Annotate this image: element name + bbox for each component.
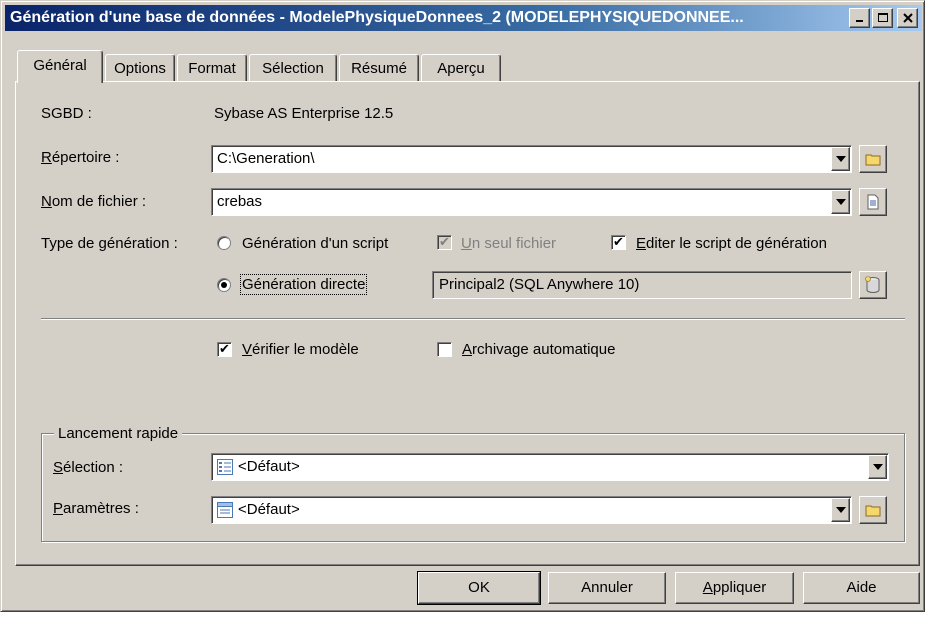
tab-label: Format (188, 60, 236, 77)
tab-selection[interactable]: Sélection (249, 54, 337, 82)
selection-value: <Défaut> (238, 458, 300, 475)
appliquer-button[interactable]: Appliquer (675, 572, 794, 604)
tab-format[interactable]: Format (177, 54, 247, 82)
ok-button[interactable]: OK (417, 571, 541, 605)
sgbd-label: SGBD : (41, 105, 92, 122)
radio-generation-directe[interactable] (217, 278, 231, 292)
checkmark: ✔ (219, 341, 230, 356)
annuler-button[interactable]: Annuler (548, 572, 666, 604)
editer-script-label[interactable]: Editer le script de génération (636, 235, 827, 252)
fichier-value: crebas (217, 193, 263, 210)
tab-label: Général (33, 57, 87, 74)
chevron-down-icon[interactable] (831, 147, 850, 171)
verifier-modele-checkbox[interactable]: ✔ (217, 342, 232, 357)
parametres-label: Paramètres : (53, 500, 139, 517)
maximize-button[interactable] (872, 8, 893, 28)
folder-icon (865, 154, 881, 166)
checkmark: ✔ (613, 234, 624, 249)
un-seul-fichier-label: Un seul fichier (461, 235, 557, 252)
tab-resume[interactable]: Résumé (339, 54, 419, 82)
connection-value: Principal2 (SQL Anywhere 10) (439, 276, 640, 293)
tab-label: Options (114, 60, 166, 77)
folder-icon (865, 505, 881, 517)
minimize-icon (855, 20, 863, 22)
checkmark: ✔ (439, 234, 450, 249)
tab-label: Aperçu (437, 60, 485, 77)
browse-parametres-button[interactable] (859, 496, 887, 524)
archivage-automatique-label[interactable]: Archivage automatique (462, 341, 615, 358)
minimize-button[interactable] (849, 8, 870, 28)
database-icon (865, 276, 880, 293)
parametres-combo[interactable]: <Défaut> (211, 496, 852, 524)
lancement-rapide-group (41, 433, 905, 542)
window-title: Génération d'une base de données - Model… (10, 9, 744, 26)
tab-label: Résumé (351, 60, 407, 77)
radio-generation-directe-label[interactable]: Génération directe (239, 274, 368, 295)
title-bar[interactable]: Génération d'une base de données - Model… (5, 5, 922, 31)
sgbd-value: Sybase AS Enterprise 12.5 (214, 105, 394, 122)
editer-script-checkbox[interactable]: ✔ (611, 235, 626, 250)
maximize-icon (877, 13, 888, 22)
parameters-icon (217, 502, 233, 518)
browse-folder-button[interactable] (859, 145, 887, 173)
tab-options[interactable]: Options (105, 54, 175, 82)
tab-general[interactable]: Général (17, 50, 103, 83)
connection-field: Principal2 (SQL Anywhere 10) (432, 271, 852, 299)
connect-database-button[interactable] (859, 271, 887, 299)
fichier-combo[interactable]: crebas (211, 188, 852, 216)
archivage-automatique-checkbox[interactable] (437, 342, 452, 357)
repertoire-value: C:\Generation\ (217, 150, 315, 167)
aide-button[interactable]: Aide (803, 572, 920, 604)
selection-list-icon (217, 459, 233, 475)
tab-label: Sélection (262, 60, 324, 77)
verifier-modele-label[interactable]: Vérifier le modèle (242, 341, 359, 358)
repertoire-label: Répertoire : (41, 149, 120, 166)
selection-combo[interactable]: <Défaut> (211, 453, 889, 481)
chevron-down-icon[interactable] (831, 498, 850, 522)
lancement-rapide-legend: Lancement rapide (54, 425, 183, 442)
file-properties-button[interactable] (859, 188, 887, 216)
chevron-down-icon[interactable] (868, 455, 887, 479)
type-generation-label: Type de génération : (41, 235, 178, 252)
parametres-value: <Défaut> (238, 501, 300, 518)
tab-apercu[interactable]: Aperçu (421, 54, 501, 82)
radio-generation-script[interactable] (217, 236, 231, 250)
close-button[interactable] (897, 8, 918, 28)
selection-label: Sélection : (53, 459, 124, 476)
chevron-down-icon[interactable] (831, 190, 850, 214)
repertoire-combo[interactable]: C:\Generation\ (211, 145, 852, 173)
radio-generation-script-label[interactable]: Génération d'un script (242, 235, 388, 252)
un-seul-fichier-checkbox: ✔ (437, 235, 452, 250)
separator (41, 318, 905, 320)
fichier-label: Nom de fichier : (41, 193, 147, 210)
close-icon (902, 13, 913, 23)
document-icon (867, 194, 879, 210)
